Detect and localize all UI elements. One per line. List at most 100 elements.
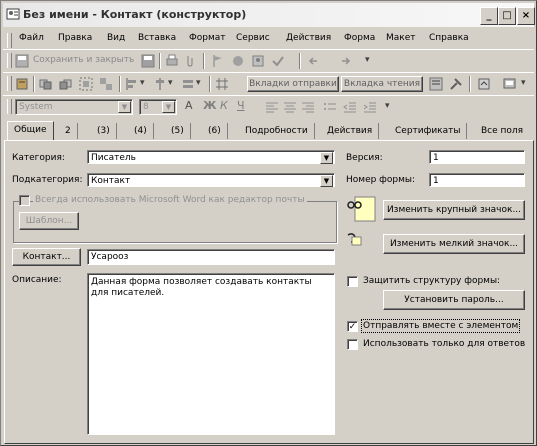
decrease-indent-icon[interactable] bbox=[343, 100, 357, 114]
menu-layout[interactable]: Макет bbox=[386, 33, 416, 43]
description-textarea[interactable]: Данная форма позволяет создавать контакт… bbox=[87, 273, 335, 435]
center-align-icon[interactable] bbox=[153, 77, 167, 91]
contact-card-icon bbox=[6, 8, 20, 20]
group-icon[interactable] bbox=[79, 77, 93, 91]
attach-icon[interactable] bbox=[183, 54, 197, 68]
category-select[interactable]: Писатель ▼ bbox=[87, 150, 335, 164]
maximize-button[interactable]: □ bbox=[498, 7, 516, 25]
font-size-value: 8 bbox=[143, 102, 149, 112]
set-password-button[interactable]: Установить пароль... bbox=[383, 290, 525, 310]
tab-details[interactable]: Подробности bbox=[239, 123, 315, 139]
tab-page-3[interactable]: (3) bbox=[91, 123, 117, 139]
edit-compose-page-button[interactable]: Вкладки отправки bbox=[247, 76, 339, 92]
make-same-size-icon[interactable] bbox=[181, 77, 195, 91]
change-large-icon-button[interactable]: Изменить крупный значок... bbox=[383, 200, 525, 220]
menu-view[interactable]: Вид bbox=[107, 33, 125, 43]
align-dropdown-chevron-icon[interactable]: ▾ bbox=[140, 78, 145, 88]
contact-button[interactable]: Контакт... bbox=[12, 248, 81, 266]
toolbar-grip[interactable] bbox=[7, 99, 12, 114]
tab-activities[interactable]: Действия bbox=[321, 123, 380, 139]
align-text-left-icon[interactable] bbox=[265, 100, 279, 114]
tab-certificates[interactable]: Сертификаты bbox=[389, 123, 468, 139]
category-chevron-down-icon[interactable]: ▼ bbox=[320, 152, 333, 164]
bring-forward-icon[interactable] bbox=[39, 77, 53, 91]
form-number-input[interactable]: 1 bbox=[429, 173, 525, 187]
field-chooser-icon[interactable] bbox=[429, 77, 443, 91]
align-text-right-icon[interactable] bbox=[301, 100, 315, 114]
font-color-icon[interactable]: A bbox=[185, 99, 193, 112]
edit-read-page-button[interactable]: Вкладка чтения bbox=[341, 76, 423, 92]
menu-insert[interactable]: Вставка bbox=[138, 33, 176, 43]
save-icon[interactable] bbox=[141, 54, 155, 68]
toolbar-separator bbox=[203, 53, 205, 69]
bold-icon[interactable]: Ж bbox=[203, 99, 216, 112]
menu-tools[interactable]: Сервис bbox=[236, 33, 270, 43]
menu-file[interactable]: Файл bbox=[19, 33, 44, 43]
menu-grip[interactable] bbox=[7, 33, 12, 48]
send-with-item-checkbox[interactable]: ✓ bbox=[347, 321, 358, 332]
align-left-icon[interactable] bbox=[125, 77, 139, 91]
toolbar-grip[interactable] bbox=[7, 53, 12, 68]
center-dropdown-chevron-icon[interactable]: ▾ bbox=[168, 78, 173, 88]
categories-icon[interactable] bbox=[231, 54, 245, 68]
increase-indent-icon[interactable] bbox=[363, 100, 377, 114]
font-name-chevron-down-icon[interactable]: ▼ bbox=[118, 101, 131, 113]
version-input[interactable]: 1 bbox=[429, 150, 525, 164]
tab-page-2[interactable]: 2 bbox=[59, 123, 78, 139]
subcategory-select[interactable]: Контакт ▼ bbox=[87, 173, 335, 187]
toolbar-grip[interactable] bbox=[7, 76, 12, 91]
print-icon[interactable] bbox=[165, 54, 179, 68]
properties-icon[interactable] bbox=[477, 77, 491, 91]
address-book-icon[interactable] bbox=[251, 54, 265, 68]
previous-item-icon[interactable] bbox=[307, 54, 321, 68]
toolbar-options-chevron-icon[interactable]: ▾ bbox=[365, 55, 370, 65]
toolbar2-chevron-icon[interactable]: ▾ bbox=[521, 78, 526, 88]
view-code-icon[interactable] bbox=[503, 77, 517, 91]
publish-form-icon[interactable] bbox=[15, 77, 29, 91]
save-close-button[interactable]: Сохранить и закрыть bbox=[33, 55, 134, 65]
close-button[interactable]: × bbox=[517, 7, 535, 25]
next-item-icon[interactable] bbox=[339, 54, 353, 68]
form-number-label: Номер формы: bbox=[346, 175, 416, 185]
toolbar-separator bbox=[469, 76, 471, 92]
use-for-replies-checkbox[interactable] bbox=[347, 339, 358, 350]
formatting-toolbar: System ▼ 8 ▼ A Ж К Ч ▾ bbox=[3, 95, 534, 118]
template-button[interactable]: Шаблон... bbox=[19, 212, 79, 230]
menu-actions[interactable]: Действия bbox=[286, 33, 331, 43]
standard-toolbar: Сохранить и закрыть ▾ bbox=[3, 49, 534, 72]
font-name-select[interactable]: System ▼ bbox=[15, 99, 133, 115]
menu-edit[interactable]: Правка bbox=[58, 33, 92, 43]
tab-page-5[interactable]: (5) bbox=[165, 123, 191, 139]
tab-all-fields[interactable]: Все поля bbox=[475, 123, 529, 139]
protect-form-checkbox[interactable] bbox=[347, 276, 358, 287]
change-small-icon-button[interactable]: Изменить мелкий значок... bbox=[383, 234, 525, 254]
align-text-center-icon[interactable] bbox=[283, 100, 297, 114]
subcategory-chevron-down-icon[interactable]: ▼ bbox=[320, 175, 333, 187]
title-bar[interactable]: Без имени - Контакт (конструктор) _ □ × bbox=[3, 3, 535, 27]
menu-form[interactable]: Форма bbox=[344, 33, 375, 43]
size-dropdown-chevron-icon[interactable]: ▾ bbox=[196, 78, 201, 88]
flag-icon[interactable] bbox=[211, 54, 225, 68]
tab-page-6[interactable]: (6) bbox=[202, 123, 228, 139]
font-size-chevron-down-icon[interactable]: ▼ bbox=[162, 101, 175, 113]
category-label: Категория: bbox=[12, 153, 65, 163]
tab-general[interactable]: Общие bbox=[7, 121, 54, 141]
snap-to-grid-icon[interactable] bbox=[215, 77, 229, 91]
control-toolbox-icon[interactable] bbox=[449, 77, 463, 91]
italic-icon[interactable]: К bbox=[220, 99, 228, 112]
save-close-icon[interactable] bbox=[15, 54, 29, 68]
contact-input[interactable]: Усарооз bbox=[87, 249, 335, 265]
font-size-select[interactable]: 8 ▼ bbox=[139, 99, 177, 115]
bullets-icon[interactable] bbox=[323, 100, 337, 114]
form-pages-tab-strip: Общие 2 (3) (4) (5) (6) Подробности Дейс… bbox=[3, 121, 534, 141]
underline-icon[interactable]: Ч bbox=[237, 99, 245, 112]
word-editor-checkbox[interactable] bbox=[19, 195, 30, 206]
tab-page-4[interactable]: (4) bbox=[128, 123, 154, 139]
ungroup-icon[interactable] bbox=[99, 77, 113, 91]
send-backward-icon[interactable] bbox=[59, 77, 73, 91]
check-names-icon[interactable] bbox=[271, 54, 285, 68]
minimize-button[interactable]: _ bbox=[480, 7, 498, 25]
menu-help[interactable]: Справка bbox=[429, 33, 469, 43]
menu-format[interactable]: Формат bbox=[189, 33, 226, 43]
format-toolbar-chevron-icon[interactable]: ▾ bbox=[385, 101, 390, 111]
